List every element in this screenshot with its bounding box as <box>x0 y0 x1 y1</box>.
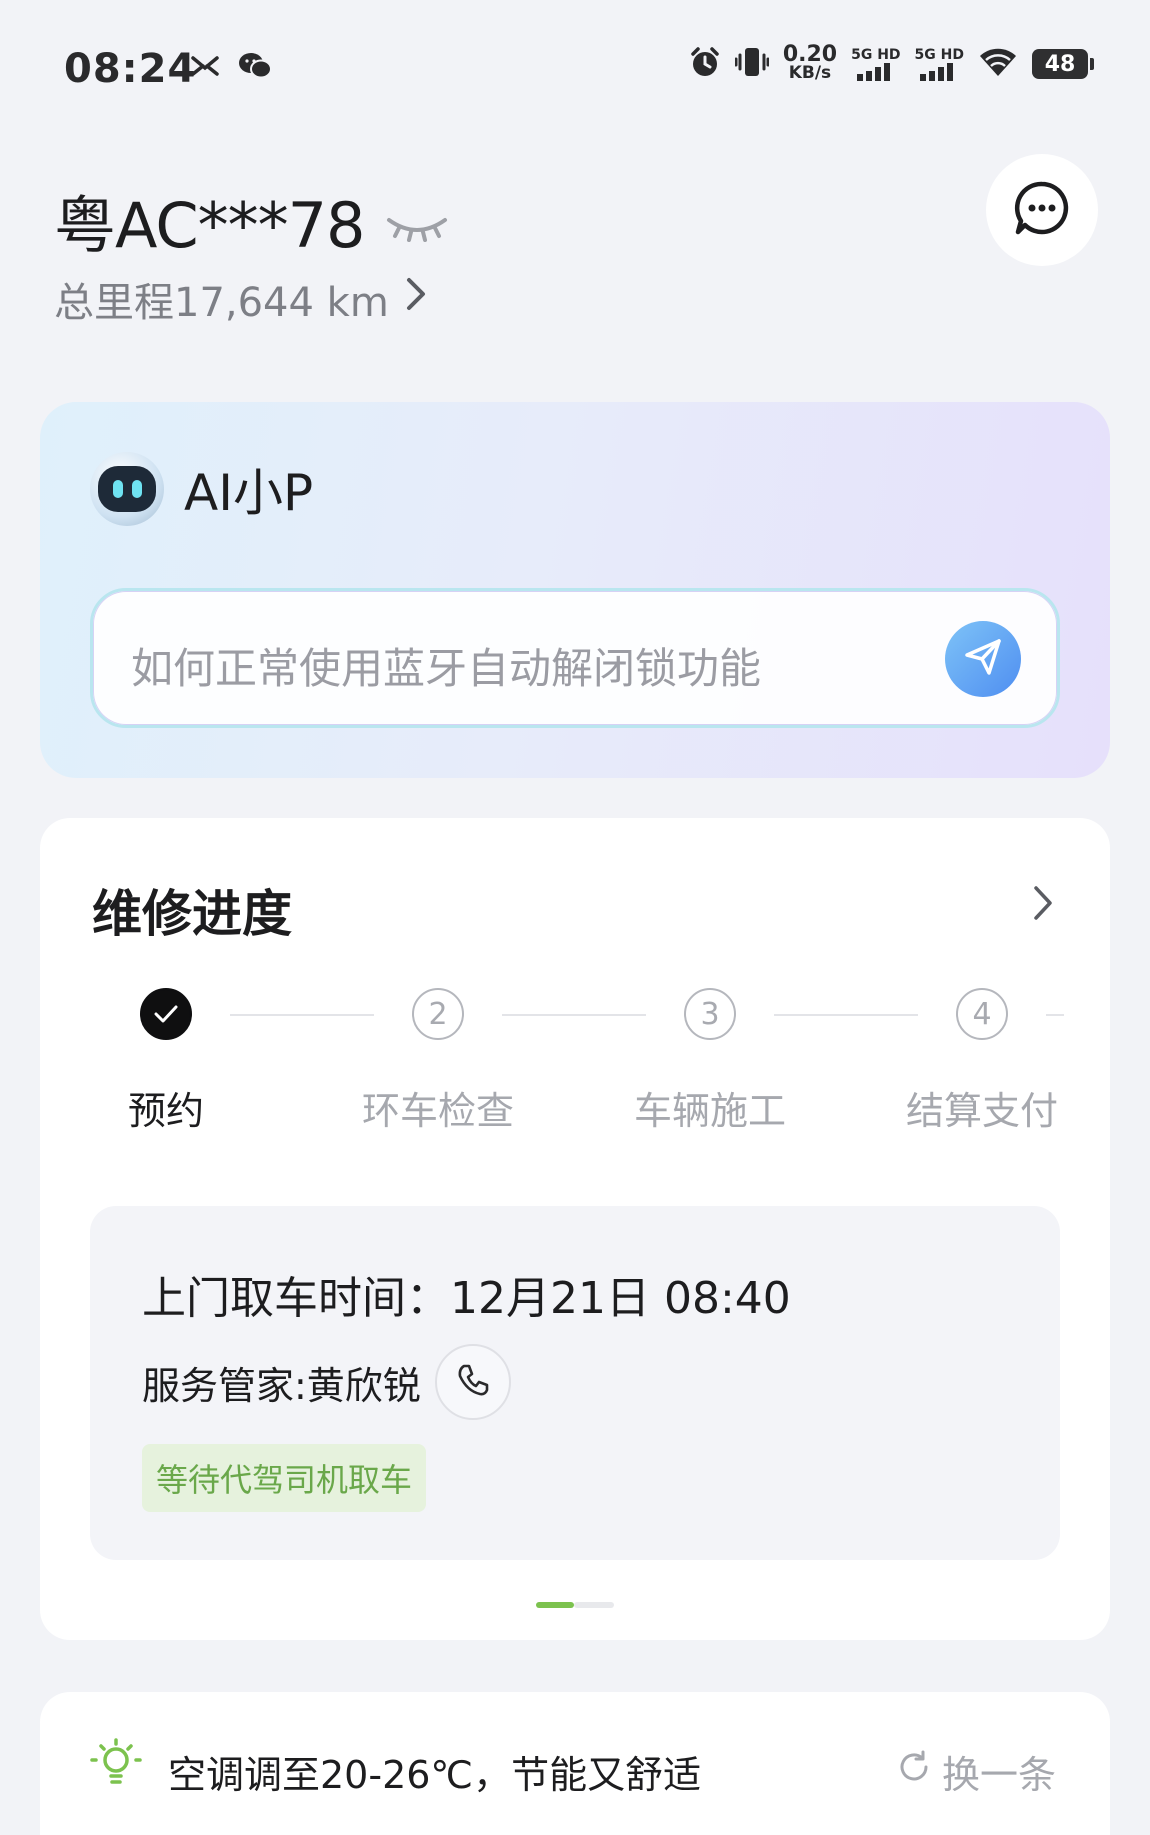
net-speed: 0.20 KB/s <box>782 42 838 83</box>
repair-progress-card[interactable]: 维修进度 预约 2 环车检查 3 车辆施工 4 结算支付 上门取车时间：12月2… <box>40 818 1110 1640</box>
ai-question-input[interactable]: 如何正常使用蓝牙自动解闭锁功能 <box>90 588 1060 728</box>
step-payment: 4 结算支付 <box>882 988 1082 1135</box>
step-number: 3 <box>684 988 736 1040</box>
send-button[interactable] <box>945 621 1021 697</box>
status-time: 08:24 <box>64 46 197 92</box>
wifi-icon <box>978 46 1018 82</box>
refresh-label: 换一条 <box>941 1753 1056 1797</box>
chat-bubble-icon <box>1013 179 1071 241</box>
step-inspection: 2 环车检查 <box>338 988 538 1135</box>
ai-title: AI小P <box>184 464 314 522</box>
repair-progress-title: 维修进度 <box>92 885 292 943</box>
paper-plane-icon <box>963 637 1003 681</box>
lightbulb-icon <box>88 1738 144 1794</box>
vibrate-icon <box>734 46 770 82</box>
appointment-info: 上门取车时间：12月21日 08:40 服务管家:黄欣锐 等待代驾司机取车 <box>90 1206 1060 1560</box>
step-label: 结算支付 <box>905 1089 1058 1133</box>
ai-assistant-card: AI小P 如何正常使用蓝牙自动解闭锁功能 <box>40 402 1110 778</box>
alarm-icon <box>689 46 721 82</box>
status-bar: 08:24 0.20 KB/s 5G HD 5G HD 48 <box>0 0 1150 140</box>
tip-text: 空调调至20-26℃，节能又舒适 <box>168 1753 702 1797</box>
step-label: 车辆施工 <box>633 1089 786 1133</box>
ai-input-placeholder: 如何正常使用蓝牙自动解闭锁功能 <box>131 644 762 693</box>
total-mileage: 总里程17,644 km <box>54 280 389 326</box>
sim1-signal-icon: 5G HD <box>851 47 901 81</box>
total-mileage-link[interactable]: 总里程17,644 km <box>54 270 427 328</box>
chevron-right-icon <box>405 276 427 322</box>
ai-robot-avatar <box>90 452 164 526</box>
service-steward: 服务管家:黄欣锐 <box>142 1363 421 1408</box>
energy-tip-card: 空调调至20-26℃，节能又舒适 换一条 <box>40 1692 1110 1835</box>
missed-call-icon <box>190 54 220 82</box>
repair-steps: 预约 2 环车检查 3 车辆施工 4 结算支付 <box>40 988 1110 1148</box>
step-number: 4 <box>956 988 1008 1040</box>
check-icon <box>140 988 192 1040</box>
pickup-time: 上门取车时间：12月21日 08:40 <box>142 1273 791 1324</box>
wechat-icon <box>238 52 272 84</box>
refresh-icon <box>896 1749 932 1794</box>
eye-closed-icon[interactable] <box>385 184 449 257</box>
step-label: 环车检查 <box>361 1089 514 1133</box>
chevron-right-icon[interactable] <box>1032 884 1054 926</box>
status-badge: 等待代驾司机取车 <box>142 1444 427 1512</box>
page-indicator <box>536 1602 614 1608</box>
step-booking: 预约 <box>66 988 266 1135</box>
step-construction: 3 车辆施工 <box>610 988 810 1135</box>
refresh-tip-button[interactable]: 换一条 <box>896 1744 1056 1799</box>
phone-icon <box>455 1362 491 1402</box>
license-plate: 粤AC***78 <box>54 189 366 262</box>
step-label: 预约 <box>127 1089 204 1133</box>
step-number: 2 <box>412 988 464 1040</box>
sim2-signal-icon: 5G HD <box>915 47 964 81</box>
battery-icon: 48 <box>1032 49 1094 79</box>
messages-button[interactable] <box>986 154 1098 266</box>
call-steward-button[interactable] <box>434 1344 511 1420</box>
vehicle-plate-row: 粤AC***78 <box>54 175 449 265</box>
